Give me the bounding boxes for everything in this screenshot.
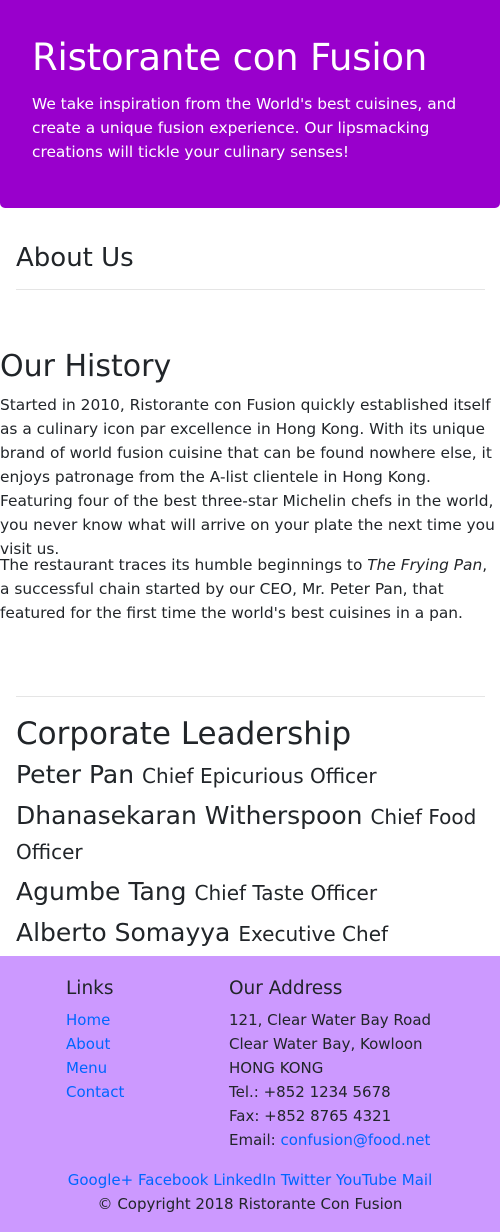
leader-item: Alberto Somayya Executive Chef [16,916,496,951]
history-text: The restaurant traces its humble beginni… [0,556,368,574]
links-heading: Links [66,978,114,999]
links-list: Home About Menu Contact [66,1008,124,1104]
list-item: Contact [66,1080,124,1104]
address-line: 121, Clear Water Bay Road [229,1011,432,1029]
leader-role: Executive Chef [238,922,389,946]
email-line: Email: confusion@food.net [229,1128,431,1152]
link-about[interactable]: About [66,1035,110,1053]
divider [16,289,485,290]
copyright: © Copyright 2018 Ristorante Con Fusion [97,1195,403,1213]
footer-links: Links Home About Menu Contact [66,976,124,1104]
link-home[interactable]: Home [66,1011,110,1029]
link-contact[interactable]: Contact [66,1083,124,1101]
youtube-link[interactable]: YouTube [336,1171,397,1189]
history-paragraph-2: The restaurant traces its humble beginni… [0,553,500,625]
list-item: About [66,1032,124,1056]
address-line: Clear Water Bay, Kowloon [229,1035,423,1053]
phone-line: Tel.: +852 1234 5678 [229,1083,391,1101]
leader-name: Dhanasekaran Witherspoon [16,801,363,830]
facebook-link[interactable]: Facebook [138,1171,208,1189]
leader-item: Agumbe Tang Chief Taste Officer [16,875,496,910]
social-links: Google+ Facebook LinkedIn Twitter YouTub… [0,1168,500,1192]
email-label: Email: [229,1131,281,1149]
leader-name: Agumbe Tang [16,877,187,906]
leader-role: Chief Taste Officer [194,881,378,905]
history-paragraph-1: Started in 2010, Ristorante con Fusion q… [0,396,495,558]
footer: Links Home About Menu Contact Our Addres… [0,956,500,1232]
history-italic-name: The Frying Pan [367,556,483,574]
address-heading: Our Address [229,978,343,999]
link-menu[interactable]: Menu [66,1059,107,1077]
site-tagline: We take inspiration from the World's bes… [32,95,457,161]
footer-address: Our Address 121, Clear Water Bay Road Cl… [229,976,431,1152]
divider [16,696,485,697]
leader-role: Chief Epicurious Officer [142,764,377,788]
history-heading: Our History [0,349,172,384]
leader-name: Peter Pan [16,760,135,789]
google-plus-link[interactable]: Google+ [68,1171,133,1189]
linkedin-link[interactable]: LinkedIn [213,1171,276,1189]
list-item: Home [66,1008,124,1032]
twitter-link[interactable]: Twitter [281,1171,331,1189]
leadership-heading: Corporate Leadership [16,716,352,752]
leaders-list: Peter Pan Chief Epicurious Officer Dhana… [16,758,496,957]
jumbotron: Ristorante con Fusion We take inspiratio… [0,0,500,208]
mail-link[interactable]: Mail [402,1171,432,1189]
about-heading: About Us [16,243,134,273]
address-line: HONG KONG [229,1059,324,1077]
leader-item: Dhanasekaran Witherspoon Chief Food Offi… [16,799,496,869]
list-item: Menu [66,1056,124,1080]
leader-item: Peter Pan Chief Epicurious Officer [16,758,496,793]
site-title: Ristorante con Fusion [32,36,428,79]
fax-line: Fax: +852 8765 4321 [229,1107,392,1125]
leader-name: Alberto Somayya [16,918,231,947]
email-link[interactable]: confusion@food.net [280,1131,430,1149]
